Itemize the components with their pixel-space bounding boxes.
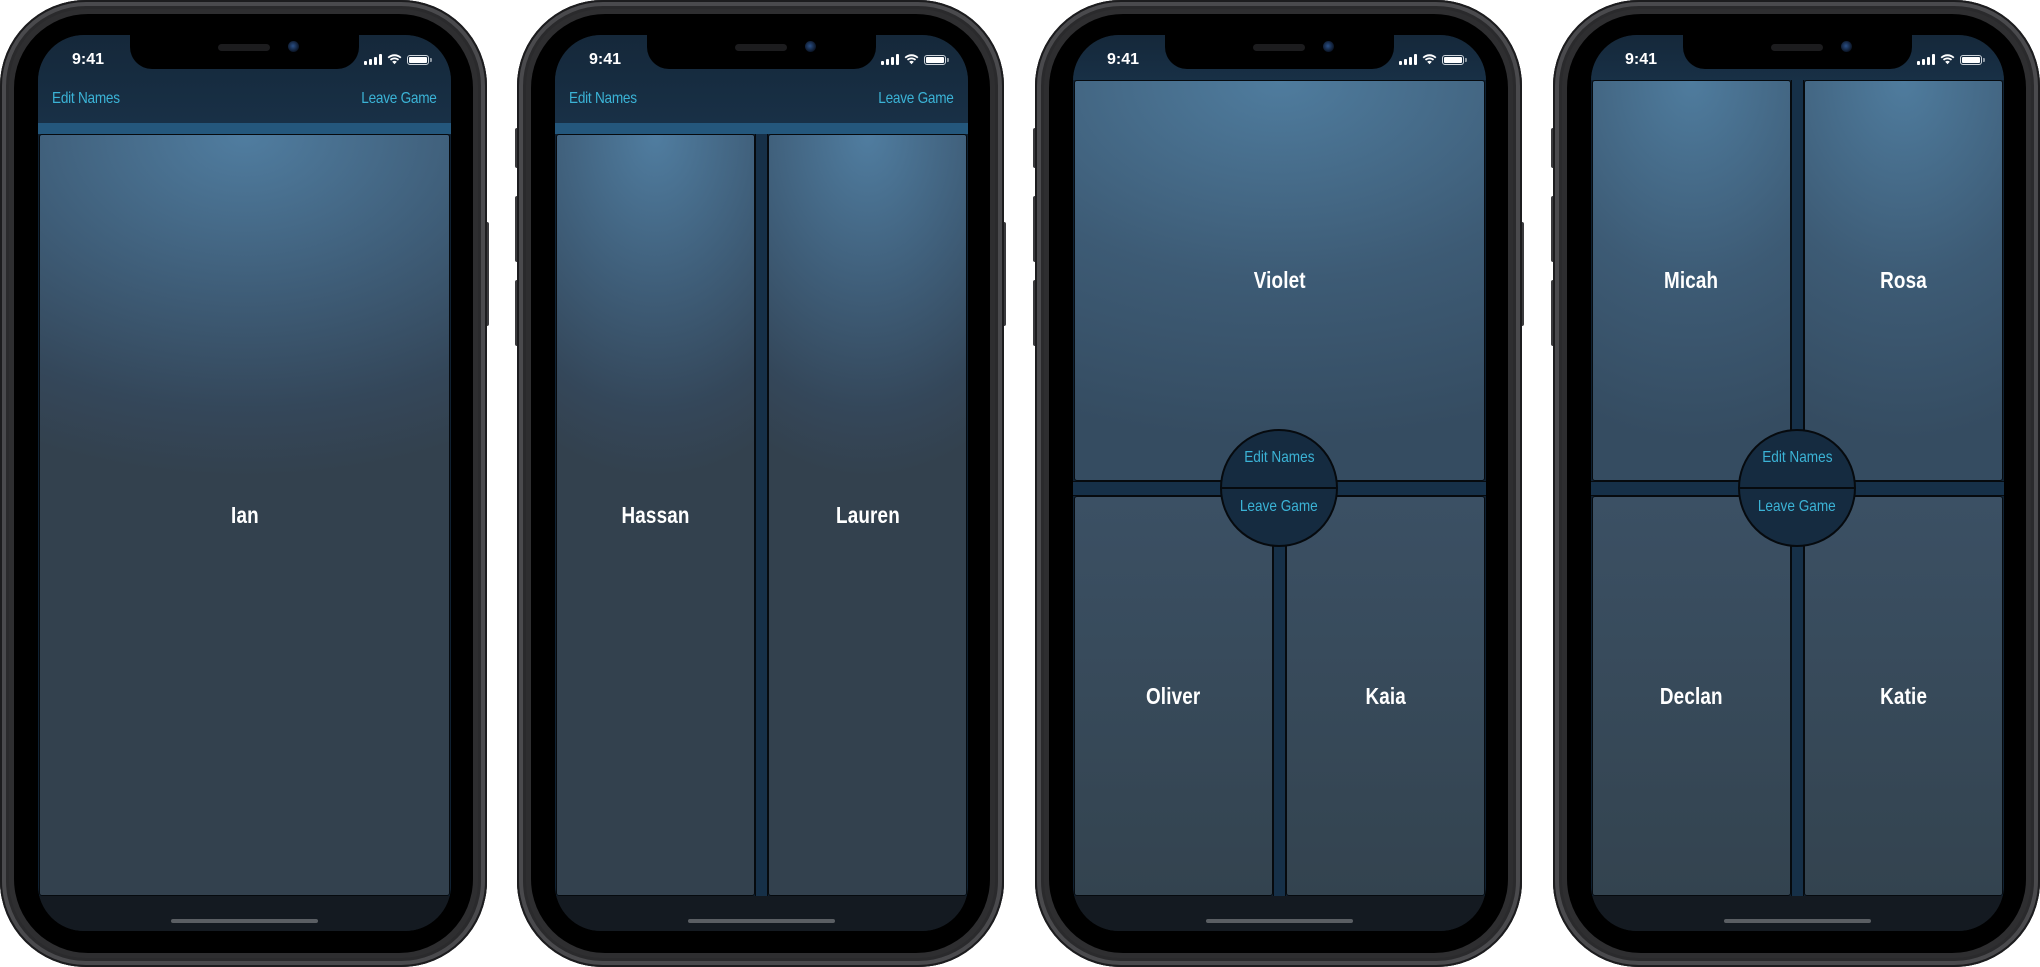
front-camera (805, 41, 816, 52)
player-name: Ian (230, 501, 259, 528)
battery-icon (1960, 54, 1985, 65)
status-time: 9:41 (1625, 51, 1658, 68)
home-indicator-area (1591, 896, 2004, 931)
home-indicator[interactable] (171, 919, 318, 923)
battery-icon (924, 54, 949, 65)
header-divider (555, 123, 968, 134)
panel-divider (1273, 496, 1286, 896)
cellular-signal-icon (364, 54, 382, 65)
leave-game-label: Leave Game (1758, 498, 1836, 515)
notch (130, 35, 359, 69)
center-menu-divider (1222, 487, 1336, 489)
player-name: Katie (1880, 682, 1927, 709)
edit-names-button[interactable]: Edit Names (569, 90, 637, 108)
edit-names-button[interactable]: Edit Names (1222, 449, 1336, 467)
battery-icon (1442, 54, 1467, 65)
status-time: 9:41 (589, 51, 622, 68)
notch (1165, 35, 1394, 69)
leave-game-button[interactable]: Leave Game (1222, 498, 1336, 516)
player-panel[interactable]: Rosa (1804, 80, 2003, 481)
player-panel[interactable]: Katie (1804, 496, 2003, 896)
player-panel[interactable]: Kaia (1286, 496, 1485, 896)
player-name: Hassan (621, 501, 690, 528)
phone-screen: 9:41 Edit Names Leave Game Hassan Lauren (555, 35, 968, 931)
speaker-grille (1771, 44, 1823, 51)
phone-mockup: 9:41 Violet Oliver Kaia Edit Names Leave Game (1033, 0, 1524, 967)
player-panel[interactable]: Ian (39, 134, 450, 896)
status-icons (1917, 54, 1985, 65)
player-panel[interactable]: Micah (1592, 80, 1791, 481)
home-indicator[interactable] (688, 919, 835, 923)
speaker-grille (218, 44, 270, 51)
player-panel[interactable]: Hassan (556, 134, 755, 896)
phone-mockup: 9:41 Edit Names Leave Game Ian (0, 0, 489, 967)
player-name: Declan (1660, 682, 1723, 709)
status-time: 9:41 (1107, 51, 1140, 68)
player-name: Oliver (1146, 682, 1201, 709)
edit-names-label: Edit Names (1761, 449, 1833, 466)
leave-game-label: Leave Game (1240, 498, 1318, 515)
player-panel[interactable]: Declan (1592, 496, 1791, 896)
leave-game-button[interactable]: Leave Game (879, 90, 955, 108)
phone-screen: 9:41 Edit Names Leave Game Ian (38, 35, 451, 931)
speaker-grille (735, 44, 787, 51)
status-icons (1399, 54, 1467, 65)
player-name: Lauren (835, 501, 900, 528)
home-indicator[interactable] (1206, 919, 1353, 923)
notch (1683, 35, 1912, 69)
cellular-signal-icon (1917, 54, 1935, 65)
status-icons (881, 54, 949, 65)
player-name: Kaia (1365, 682, 1406, 709)
leave-game-button[interactable]: Leave Game (1740, 498, 1854, 516)
header-divider (38, 123, 451, 134)
wifi-icon (387, 54, 402, 65)
cellular-signal-icon (1399, 54, 1417, 65)
panel-divider (755, 134, 768, 896)
phone-screen: 9:41 Micah Rosa Declan Katie Edit Names Leave … (1591, 35, 2004, 931)
wifi-icon (1422, 54, 1437, 65)
phone-mockup: 9:41 Micah Rosa Declan Katie Edit Names Leave … (1551, 0, 2040, 967)
edit-names-label: Edit Names (1243, 449, 1315, 466)
player-name: Rosa (1880, 267, 1927, 293)
speaker-grille (1253, 44, 1305, 51)
center-menu-divider (1740, 487, 1854, 489)
status-icons (364, 54, 432, 65)
edit-names-button[interactable]: Edit Names (1740, 449, 1854, 467)
wifi-icon (904, 54, 919, 65)
phone-screen: 9:41 Violet Oliver Kaia Edit Names Leave Game (1073, 35, 1486, 931)
home-indicator-area (38, 896, 451, 931)
phone-mockup: 9:41 Edit Names Leave Game Hassan Lauren (515, 0, 1006, 967)
home-indicator[interactable] (1724, 919, 1871, 923)
front-camera (288, 41, 299, 52)
player-name: Violet (1253, 267, 1306, 293)
cellular-signal-icon (881, 54, 899, 65)
home-indicator-area (555, 896, 968, 931)
center-menu: Edit Names Leave Game (1738, 429, 1856, 547)
battery-icon (407, 54, 432, 65)
front-camera (1841, 41, 1852, 52)
home-indicator-area (1073, 896, 1486, 931)
notch (647, 35, 876, 69)
wifi-icon (1940, 54, 1955, 65)
player-name: Micah (1664, 267, 1719, 293)
front-camera (1323, 41, 1334, 52)
center-menu: Edit Names Leave Game (1220, 429, 1338, 547)
player-panel[interactable]: Lauren (768, 134, 967, 896)
status-time: 9:41 (72, 51, 105, 68)
edit-names-button[interactable]: Edit Names (52, 90, 120, 108)
player-panel[interactable]: Oliver (1074, 496, 1273, 896)
player-panel[interactable]: Violet (1074, 80, 1485, 481)
leave-game-button[interactable]: Leave Game (362, 90, 438, 108)
